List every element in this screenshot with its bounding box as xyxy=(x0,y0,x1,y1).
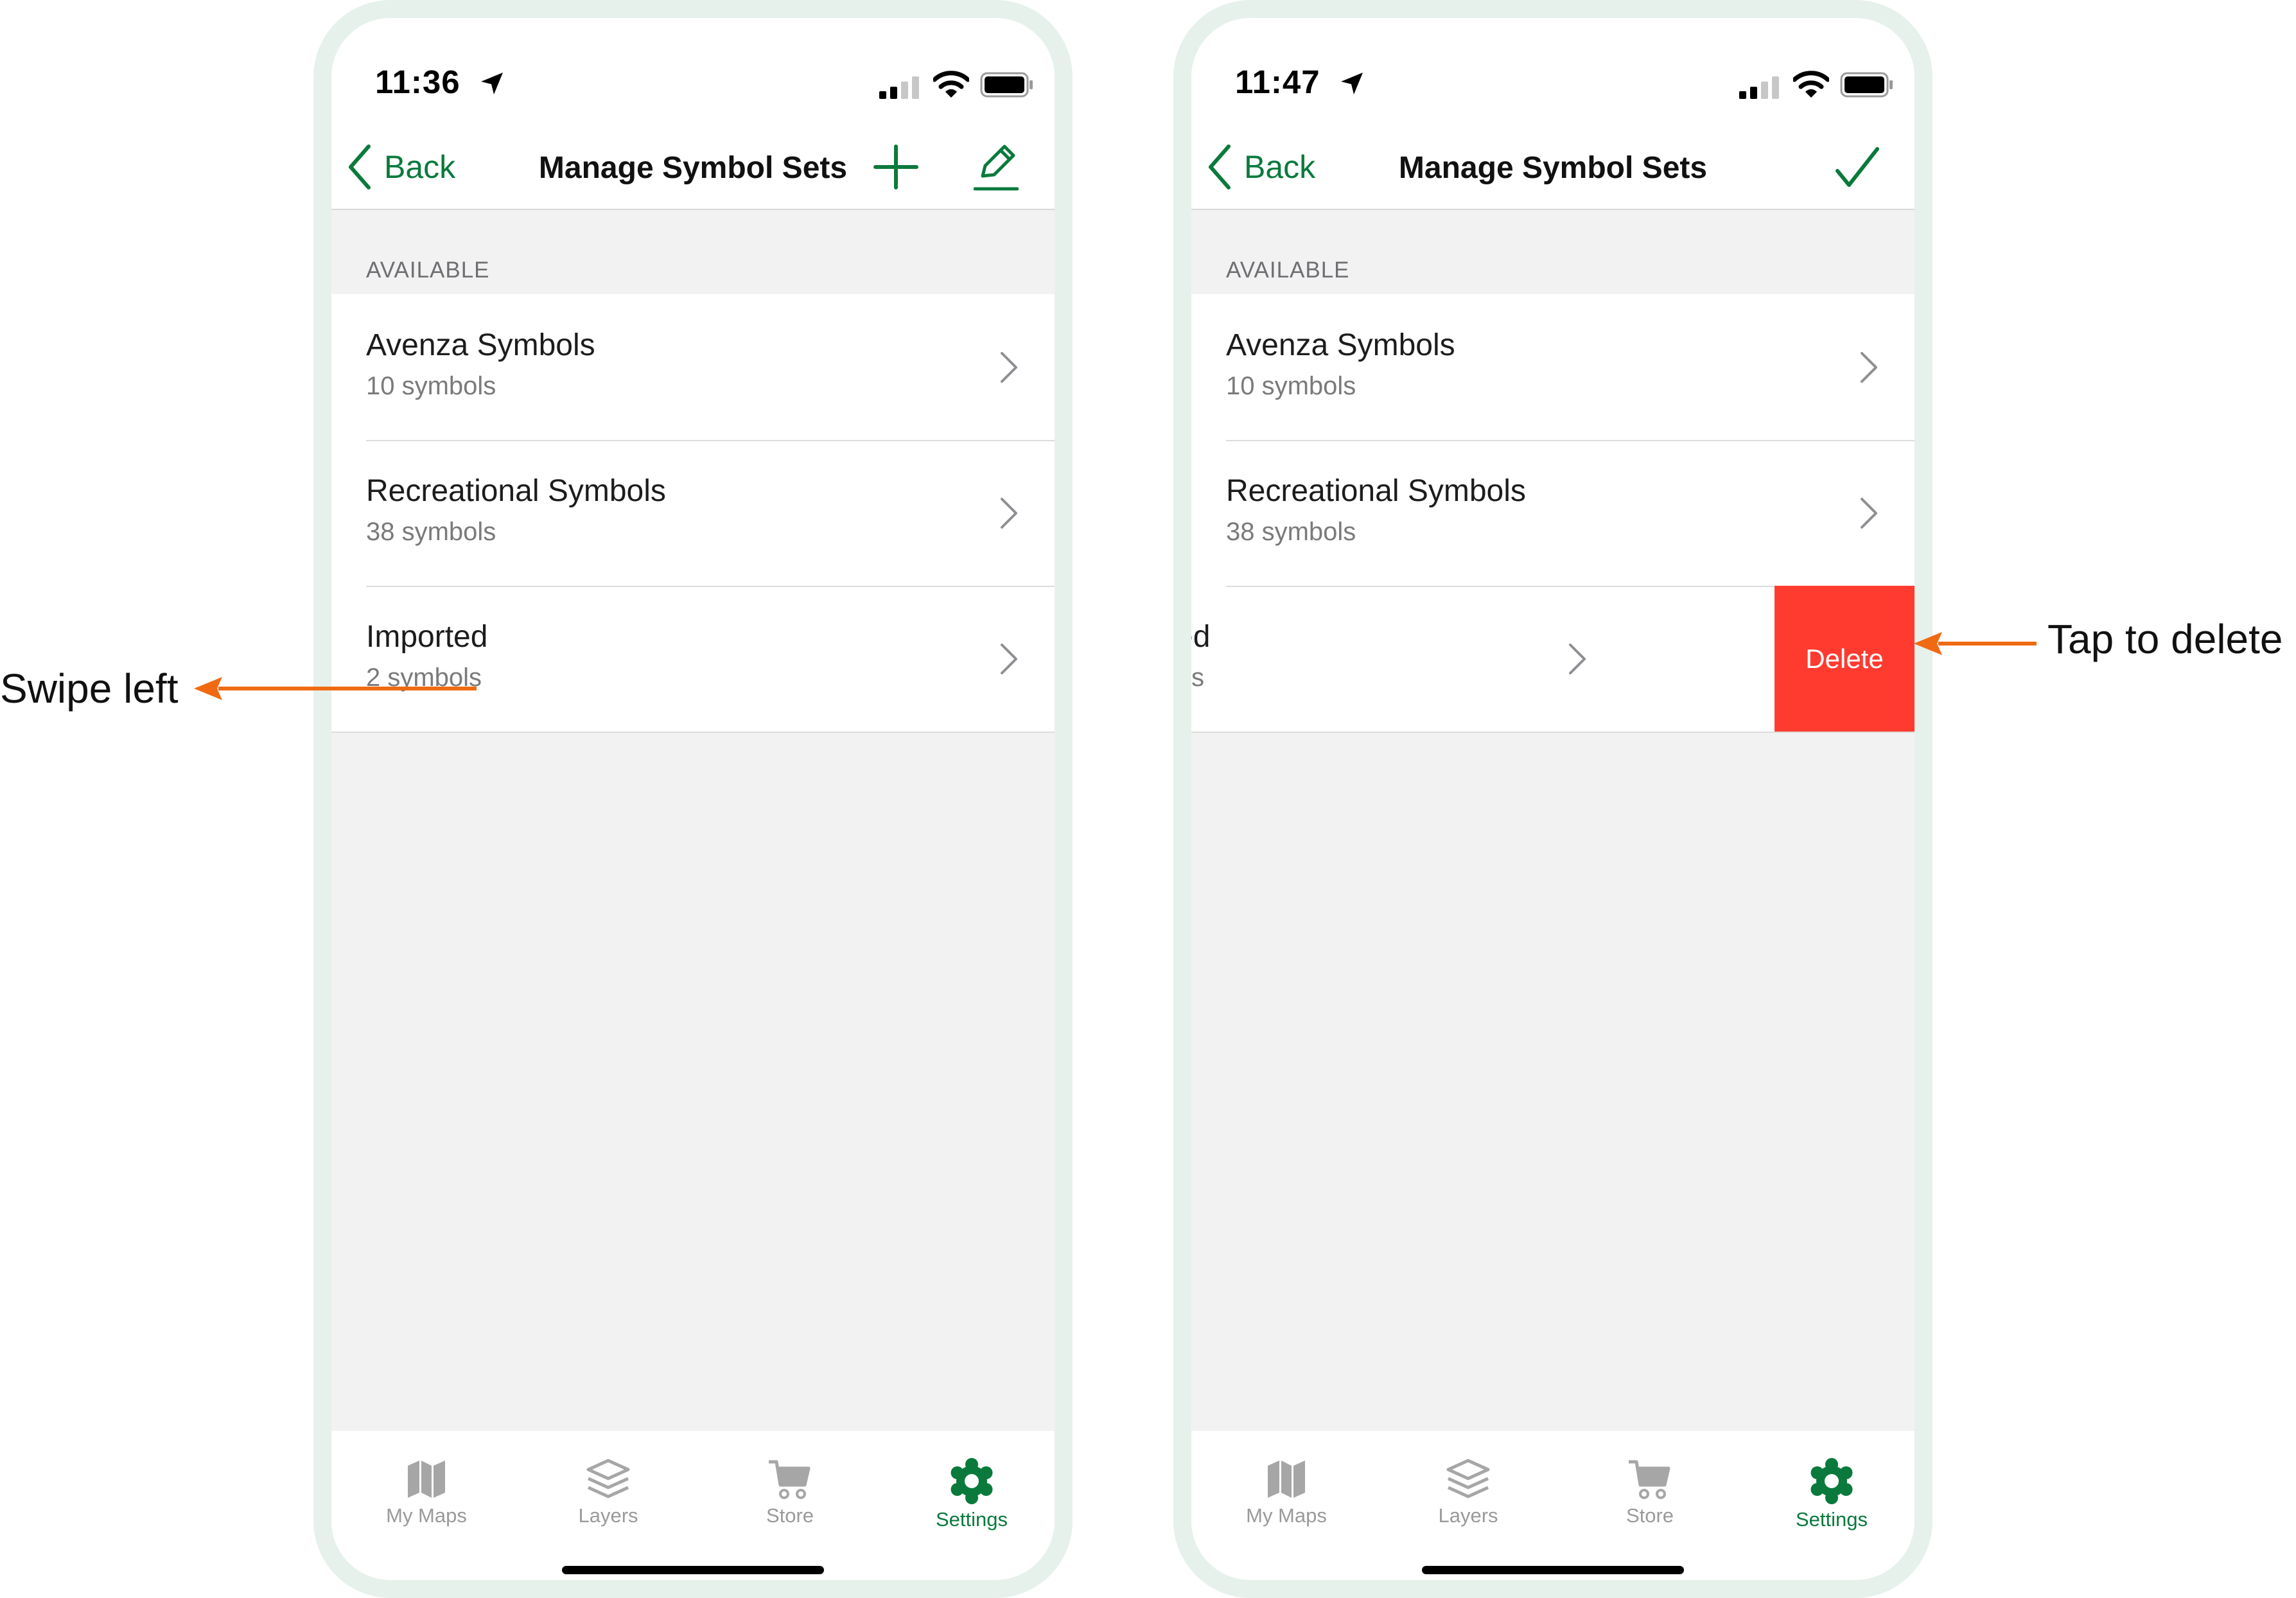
chevron-right-icon xyxy=(1001,644,1017,674)
battery-icon xyxy=(1840,72,1893,98)
tab-label: Settings xyxy=(1795,1508,1868,1531)
cart-icon xyxy=(1629,1460,1670,1499)
page-title: Manage Symbol Sets xyxy=(1398,151,1708,185)
chevron-right-icon xyxy=(1861,352,1877,383)
phone-screen-after: 11:47 Back Manage Symbol Sets AVAILABLE … xyxy=(1173,0,1932,1598)
layers-icon xyxy=(1446,1459,1490,1498)
tab-store[interactable]: Store xyxy=(1586,1458,1714,1527)
delete-button[interactable]: Delete xyxy=(1775,586,1915,732)
status-time: 11:47 xyxy=(1235,64,1320,100)
row-subtitle: 2 symbols xyxy=(1191,663,1205,692)
list-item-swiped[interactable]: Imported 2 symbols Delete xyxy=(1191,586,1915,732)
gear-icon xyxy=(1810,1458,1853,1504)
list-item[interactable]: Imported 2 symbols xyxy=(331,586,1055,732)
row-subtitle: 38 symbols xyxy=(1226,518,1356,546)
symbol-set-list: Avenza Symbols 10 symbols Recreational S… xyxy=(331,294,1055,733)
tab-my-maps[interactable]: My Maps xyxy=(1222,1458,1351,1527)
navigation-bar: Back Manage Symbol Sets xyxy=(1191,127,1915,210)
tab-label: Store xyxy=(1626,1504,1674,1527)
row-title: Avenza Symbols xyxy=(366,328,595,362)
chevron-right-icon xyxy=(1861,498,1877,529)
tab-store[interactable]: Store xyxy=(726,1458,854,1527)
tab-label: Store xyxy=(766,1504,814,1527)
layers-icon xyxy=(586,1459,630,1498)
row-subtitle: 38 symbols xyxy=(366,518,496,546)
tab-label: My Maps xyxy=(386,1504,467,1527)
wifi-icon xyxy=(1793,71,1829,98)
cellular-signal-icon xyxy=(879,76,919,99)
tap-to-delete-annotation: Tap to delete xyxy=(2047,616,2283,662)
chevron-right-icon xyxy=(1001,498,1017,529)
tab-label: My Maps xyxy=(1246,1504,1327,1527)
gear-icon xyxy=(951,1458,993,1504)
home-indicator xyxy=(562,1566,824,1574)
add-symbol-set-button[interactable] xyxy=(873,144,919,190)
section-header-available: AVAILABLE xyxy=(1226,258,1350,283)
home-indicator xyxy=(1422,1566,1684,1574)
chevron-right-icon xyxy=(1001,352,1017,383)
swipe-arrow-icon xyxy=(194,677,477,700)
section-header-available: AVAILABLE xyxy=(366,258,490,283)
list-item[interactable]: Recreational Symbols 38 symbols xyxy=(1191,440,1915,586)
map-icon xyxy=(408,1461,445,1498)
row-subtitle: 10 symbols xyxy=(366,372,496,400)
row-title: Avenza Symbols xyxy=(1226,328,1455,362)
row-title: Imported xyxy=(366,620,488,654)
navigation-bar: Back Manage Symbol Sets xyxy=(331,127,1055,210)
tab-label: Layers xyxy=(1438,1504,1498,1527)
row-title: Imported xyxy=(1191,620,1211,654)
row-title: Recreational Symbols xyxy=(1226,474,1526,508)
battery-icon xyxy=(980,72,1033,98)
symbol-set-list: Avenza Symbols 10 symbols Recreational S… xyxy=(1191,294,1915,733)
list-item[interactable]: Avenza Symbols 10 symbols xyxy=(331,294,1055,440)
location-arrow-icon xyxy=(481,73,503,94)
list-item[interactable]: Recreational Symbols 38 symbols xyxy=(331,440,1055,586)
tab-label: Settings xyxy=(935,1508,1008,1531)
tab-label: Layers xyxy=(578,1504,638,1527)
page-title: Manage Symbol Sets xyxy=(538,151,848,185)
status-bar: 11:36 xyxy=(331,18,1055,127)
delete-pointer-arrow-icon xyxy=(1914,632,2037,655)
list-item[interactable]: Avenza Symbols 10 symbols xyxy=(1191,294,1915,440)
cart-icon xyxy=(769,1460,811,1499)
tab-settings[interactable]: Settings xyxy=(907,1458,1036,1531)
map-icon xyxy=(1268,1461,1305,1498)
status-bar: 11:47 xyxy=(1191,18,1915,127)
location-arrow-icon xyxy=(1341,73,1363,94)
row-title: Recreational Symbols xyxy=(366,474,666,508)
chevron-right-icon xyxy=(1569,644,1586,674)
cellular-signal-icon xyxy=(1739,76,1779,99)
tab-my-maps[interactable]: My Maps xyxy=(362,1458,491,1527)
tab-layers[interactable]: Layers xyxy=(544,1458,672,1527)
swipe-left-annotation: Swipe left xyxy=(0,665,179,712)
tab-settings[interactable]: Settings xyxy=(1767,1458,1896,1531)
edit-button[interactable] xyxy=(974,143,1019,193)
swiped-row-content: Imported 2 symbols xyxy=(1191,586,1777,732)
status-time: 11:36 xyxy=(375,64,460,100)
wifi-icon xyxy=(933,71,969,98)
row-subtitle: 10 symbols xyxy=(1226,372,1356,400)
phone-screen-before: 11:36 Back Manage Symbol Sets AVAILABLE … xyxy=(313,0,1073,1598)
tab-layers[interactable]: Layers xyxy=(1404,1458,1532,1527)
checkmark-done-button[interactable] xyxy=(1835,145,1880,190)
